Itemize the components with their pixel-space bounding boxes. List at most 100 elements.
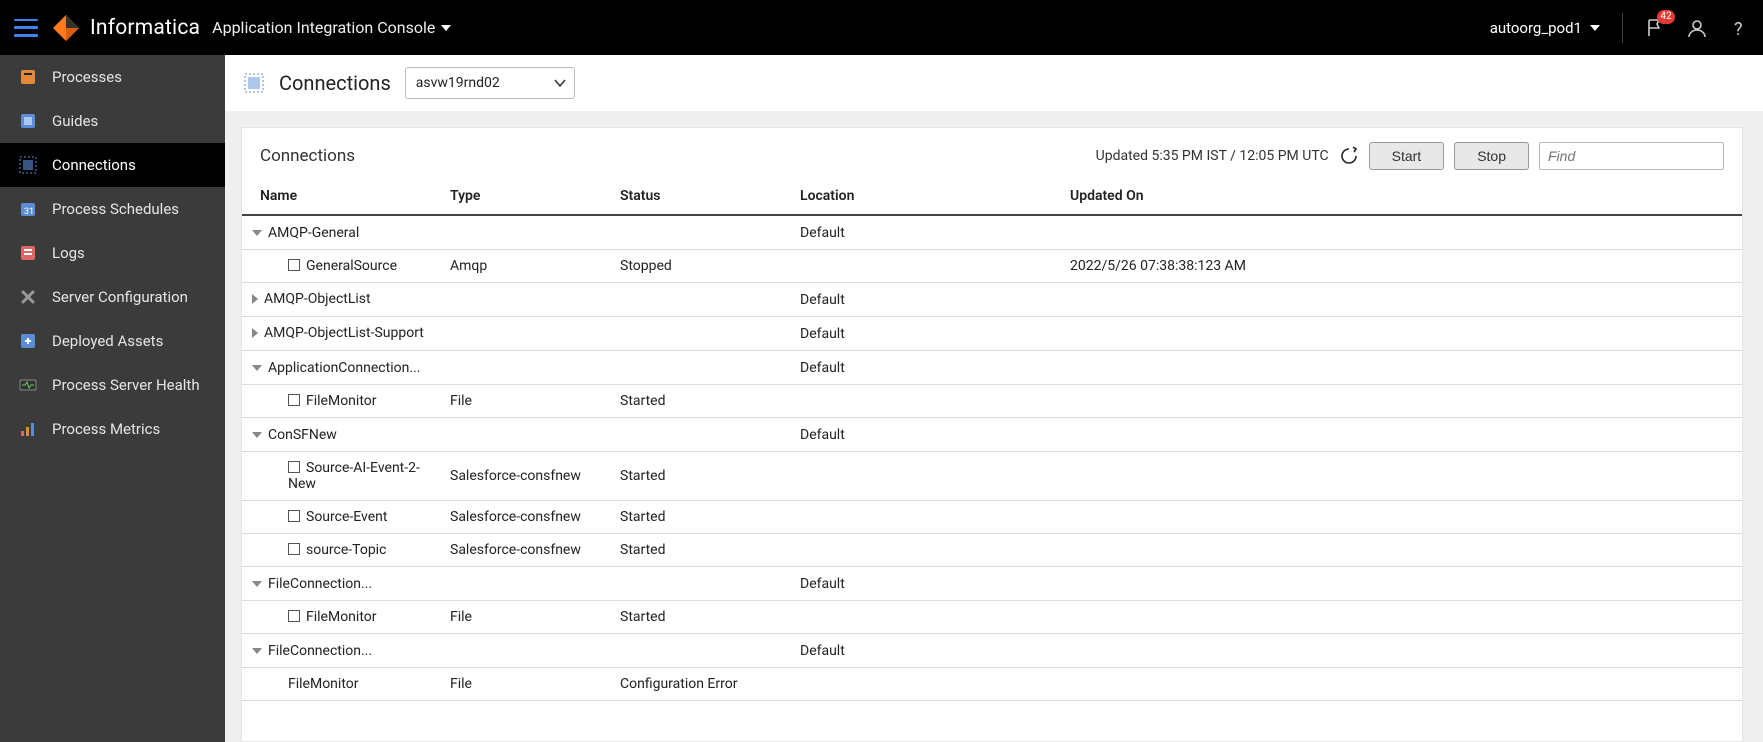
metrics-icon <box>18 419 38 439</box>
chevron-down-icon <box>252 648 262 654</box>
column-location[interactable]: Location <box>792 178 1062 215</box>
table-row[interactable]: AMQP-GeneralDefault <box>242 215 1742 250</box>
sidebar-item-label: Processes <box>52 68 122 86</box>
menu-icon[interactable] <box>14 19 38 37</box>
sidebar-item-process-schedules[interactable]: 31 Process Schedules <box>0 187 225 231</box>
svg-text:?: ? <box>1734 19 1743 38</box>
page-title: Connections <box>279 71 391 95</box>
sidebar-item-server-configuration[interactable]: Server Configuration <box>0 275 225 319</box>
server-select-value: asvw19rnd02 <box>416 75 500 91</box>
row-checkbox[interactable] <box>288 394 300 406</box>
sidebar-item-processes[interactable]: Processes <box>0 55 225 99</box>
expand-toggle[interactable]: FileConnection... <box>252 643 372 659</box>
chevron-down-icon <box>252 432 262 438</box>
stop-button[interactable]: Stop <box>1454 142 1529 170</box>
sidebar-item-label: Connections <box>52 156 136 174</box>
main-area: Connections asvw19rnd02 Connections Upda… <box>225 55 1763 742</box>
table-row[interactable]: ConSFNewDefault <box>242 418 1742 452</box>
guide-icon <box>18 111 38 131</box>
updated-text: Updated 5:35 PM IST / 12:05 PM UTC <box>1096 148 1329 164</box>
chevron-down-icon <box>441 25 451 31</box>
table-row[interactable]: FileMonitorFileStarted <box>242 385 1742 418</box>
expand-toggle[interactable]: ConSFNew <box>252 427 337 443</box>
app-switcher[interactable]: Application Integration Console <box>212 18 451 37</box>
chevron-down-icon <box>1590 25 1600 31</box>
expand-toggle[interactable]: AMQP-General <box>252 225 359 241</box>
row-checkbox[interactable] <box>288 461 300 473</box>
help-button[interactable]: ? <box>1729 18 1749 38</box>
panel-title: Connections <box>260 146 355 166</box>
notification-badge: 42 <box>1657 10 1675 24</box>
brand-text: Informatica <box>90 16 200 40</box>
connections-table: Name Type Status Location Updated On AMQ… <box>242 178 1742 701</box>
sidebar-item-label: Process Server Health <box>52 376 200 394</box>
table-row[interactable]: Source-AI-Event-2-NewSalesforce-consfnew… <box>242 452 1742 501</box>
table-row[interactable]: AMQP-ObjectList-SupportDefault <box>242 317 1742 351</box>
chevron-down-icon <box>252 230 262 236</box>
app-name: Application Integration Console <box>212 18 435 37</box>
depl-icon <box>18 331 38 351</box>
sidebar-item-guides[interactable]: Guides <box>0 99 225 143</box>
table-row[interactable]: Source-EventSalesforce-consfnewStarted <box>242 501 1742 534</box>
expand-toggle[interactable]: AMQP-ObjectList <box>252 291 371 307</box>
logo-icon <box>52 14 80 42</box>
user-icon <box>1687 18 1707 38</box>
sidebar-item-label: Guides <box>52 112 98 130</box>
sidebar-item-label: Deployed Assets <box>52 332 163 350</box>
table-row[interactable]: source-TopicSalesforce-consfnewStarted <box>242 534 1742 567</box>
refresh-icon[interactable] <box>1339 146 1359 166</box>
row-checkbox[interactable] <box>288 259 300 271</box>
expand-toggle[interactable]: ApplicationConnection... <box>252 360 420 376</box>
sched-icon: 31 <box>18 199 38 219</box>
row-checkbox[interactable] <box>288 610 300 622</box>
sidebar: Processes Guides Connections 31 Process Sche… <box>0 55 225 742</box>
sidebar-item-connections[interactable]: Connections <box>0 143 225 187</box>
servcfg-icon <box>18 287 38 307</box>
sidebar-item-process-metrics[interactable]: Process Metrics <box>0 407 225 451</box>
sidebar-item-process-server-health[interactable]: Process Server Health <box>0 363 225 407</box>
row-checkbox[interactable] <box>288 543 300 555</box>
table-row[interactable]: FileMonitorFileConfiguration Error <box>242 668 1742 701</box>
chevron-right-icon <box>252 328 258 338</box>
table-row[interactable]: GeneralSourceAmqpStopped2022/5/26 07:38:… <box>242 250 1742 283</box>
table-row[interactable]: ApplicationConnection...Default <box>242 351 1742 385</box>
svg-text:31: 31 <box>24 207 34 217</box>
table-row[interactable]: FileConnection...Default <box>242 567 1742 601</box>
table-row[interactable]: FileMonitorFileStarted <box>242 601 1742 634</box>
logs-icon <box>18 243 38 263</box>
server-select[interactable]: asvw19rnd02 <box>405 67 575 99</box>
column-status[interactable]: Status <box>612 178 792 215</box>
sidebar-item-label: Process Metrics <box>52 420 160 438</box>
table-row[interactable]: FileConnection...Default <box>242 634 1742 668</box>
conn-icon <box>18 155 38 175</box>
column-updated[interactable]: Updated On <box>1062 178 1742 215</box>
notifications-button[interactable]: 42 <box>1645 18 1665 38</box>
sidebar-item-label: Process Schedules <box>52 200 179 218</box>
chevron-down-icon <box>554 79 566 87</box>
divider <box>1622 13 1623 43</box>
user-button[interactable] <box>1687 18 1707 38</box>
sidebar-item-label: Logs <box>52 244 85 262</box>
chevron-right-icon <box>252 294 258 304</box>
sidebar-item-deployed-assets[interactable]: Deployed Assets <box>0 319 225 363</box>
column-type[interactable]: Type <box>442 178 612 215</box>
sidebar-item-label: Server Configuration <box>52 288 188 306</box>
org-name: autoorg_pod1 <box>1490 19 1582 37</box>
proc-icon <box>18 67 38 87</box>
row-checkbox[interactable] <box>288 510 300 522</box>
sidebar-item-logs[interactable]: Logs <box>0 231 225 275</box>
connections-icon <box>243 72 265 94</box>
chevron-down-icon <box>252 581 262 587</box>
start-button[interactable]: Start <box>1369 142 1445 170</box>
connections-panel: Connections Updated 5:35 PM IST / 12:05 … <box>241 127 1743 742</box>
expand-toggle[interactable]: FileConnection... <box>252 576 372 592</box>
column-name[interactable]: Name <box>242 178 442 215</box>
find-input[interactable] <box>1539 142 1724 170</box>
table-row[interactable]: AMQP-ObjectListDefault <box>242 283 1742 317</box>
expand-toggle[interactable]: AMQP-ObjectList-Support <box>252 325 424 341</box>
help-icon: ? <box>1729 18 1749 38</box>
page-header: Connections asvw19rnd02 <box>225 55 1763 111</box>
health-icon <box>18 375 38 395</box>
org-switcher[interactable]: autoorg_pod1 <box>1490 19 1600 37</box>
connections-table-wrap[interactable]: Name Type Status Location Updated On AMQ… <box>242 178 1742 741</box>
